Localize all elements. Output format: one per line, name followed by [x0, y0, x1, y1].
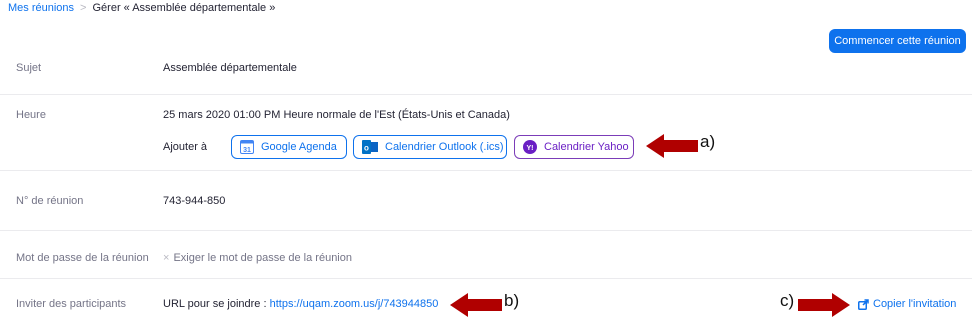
google-calendar-button[interactable]: 31 Google Agenda — [231, 135, 347, 159]
meeting-id-label: N° de réunion — [16, 195, 84, 207]
google-calendar-label: Google Agenda — [261, 141, 337, 153]
password-requirement-text: Exiger le mot de passe de la réunion — [173, 252, 352, 264]
breadcrumb-separator: > — [80, 2, 87, 14]
annotation-arrow-b — [450, 293, 502, 317]
add-to-label: Ajouter à — [163, 141, 208, 153]
copy-invitation-label: Copier l'invitation — [873, 298, 957, 310]
join-url-line: URL pour se joindre : https://uqam.zoom.… — [163, 298, 438, 310]
breadcrumb-current: Gérer « Assemblée départementale » — [92, 2, 276, 14]
svg-text:Y!: Y! — [527, 145, 534, 152]
svg-text:o: o — [364, 144, 369, 153]
annotation-c: c) — [780, 291, 795, 310]
time-value: 25 mars 2020 01:00 PM Heure normale de l… — [163, 109, 510, 121]
outlook-calendar-label: Calendrier Outlook (.ics) — [385, 141, 504, 153]
annotation-a: a) — [700, 132, 716, 151]
yahoo-icon: Y! — [523, 140, 537, 154]
divider — [0, 170, 972, 171]
breadcrumb: Mes réunions > Gérer « Assemblée départeme… — [8, 2, 275, 14]
copy-invitation-button[interactable]: Copier l'invitation — [858, 298, 956, 310]
password-label: Mot de passe de la réunion — [16, 252, 149, 264]
subject-value: Assemblée départementale — [163, 62, 297, 74]
meeting-id-value: 743-944-850 — [163, 195, 226, 207]
close-icon: × — [163, 252, 170, 264]
divider — [0, 230, 972, 231]
divider — [0, 94, 972, 95]
divider — [0, 278, 972, 279]
subject-label: Sujet — [16, 62, 42, 74]
outlook-icon: o — [362, 140, 378, 154]
yahoo-calendar-button[interactable]: Y! Calendrier Yahoo — [514, 135, 634, 159]
invite-label: Inviter des participants — [16, 298, 127, 310]
time-label: Heure — [16, 109, 46, 121]
annotation-b: b) — [504, 291, 520, 310]
svg-text:31: 31 — [243, 147, 251, 154]
breadcrumb-my-meetings-link[interactable]: Mes réunions — [8, 2, 74, 14]
annotation-arrow-c — [798, 293, 850, 317]
join-url-prefix: URL pour se joindre : — [163, 298, 267, 310]
password-value: × Exiger le mot de passe de la réunion — [163, 252, 352, 264]
annotation-arrow-a — [646, 134, 698, 158]
outlook-calendar-button[interactable]: o Calendrier Outlook (.ics) — [353, 135, 507, 159]
start-meeting-button[interactable]: Commencer cette réunion — [829, 29, 966, 53]
google-calendar-icon: 31 — [240, 140, 254, 154]
yahoo-calendar-label: Calendrier Yahoo — [544, 141, 629, 153]
share-icon — [858, 298, 869, 310]
join-url-link[interactable]: https://uqam.zoom.us/j/743944850 — [270, 298, 439, 310]
